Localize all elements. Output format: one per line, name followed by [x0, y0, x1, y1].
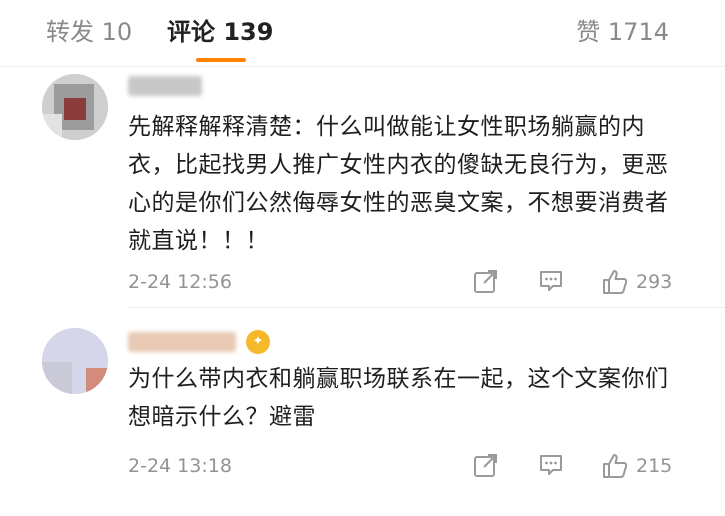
tab-comments[interactable]: 评论 139	[167, 16, 273, 48]
tab-bar: 转发 10 评论 139 赞 1714	[0, 0, 725, 68]
timestamp: 2-24 12:56	[128, 271, 232, 293]
active-tab-indicator	[196, 58, 246, 62]
member-badge-icon: ✦	[246, 330, 270, 354]
avatar[interactable]	[42, 74, 108, 140]
tab-likes[interactable]: 赞 1714	[576, 16, 669, 48]
share-icon[interactable]	[473, 268, 499, 296]
comment-item: 先解释解释清楚：什么叫做能让女性职场躺赢的内衣，比起找男人推广女性内衣的傻缺无良…	[0, 68, 725, 308]
thumbs-up-icon[interactable]	[601, 268, 629, 296]
comment-meta: 2-24 13:18 215	[128, 452, 688, 480]
thumbs-up-icon[interactable]	[601, 452, 629, 480]
share-icon[interactable]	[473, 452, 499, 480]
comment-text: 为什么带内衣和躺赢职场联系在一起，这个文案你们想暗示什么？避雷	[128, 366, 669, 430]
username-blurred[interactable]	[128, 76, 202, 96]
comment-meta: 2-24 12:56 293	[128, 268, 688, 296]
like-count: 215	[636, 455, 673, 477]
tab-repost[interactable]: 转发 10	[46, 16, 132, 48]
like-count: 293	[636, 271, 673, 293]
tab-divider	[0, 66, 725, 67]
comment-text: 先解释解释清楚：什么叫做能让女性职场躺赢的内衣，比起找男人推广女性内衣的傻缺无良…	[128, 114, 669, 254]
avatar[interactable]	[42, 328, 108, 394]
comment-item: ✦ 为什么带内衣和躺赢职场联系在一起，这个文案你们想暗示什么？避雷 2-24 1…	[0, 308, 725, 516]
username-blurred[interactable]	[128, 332, 236, 352]
timestamp: 2-24 13:18	[128, 455, 232, 477]
comment-icon[interactable]	[538, 268, 564, 296]
comments-page: 转发 10 评论 139 赞 1714 先解释解释清楚：什么叫做能让女性职场躺赢…	[0, 0, 725, 516]
comment-icon[interactable]	[538, 452, 564, 480]
